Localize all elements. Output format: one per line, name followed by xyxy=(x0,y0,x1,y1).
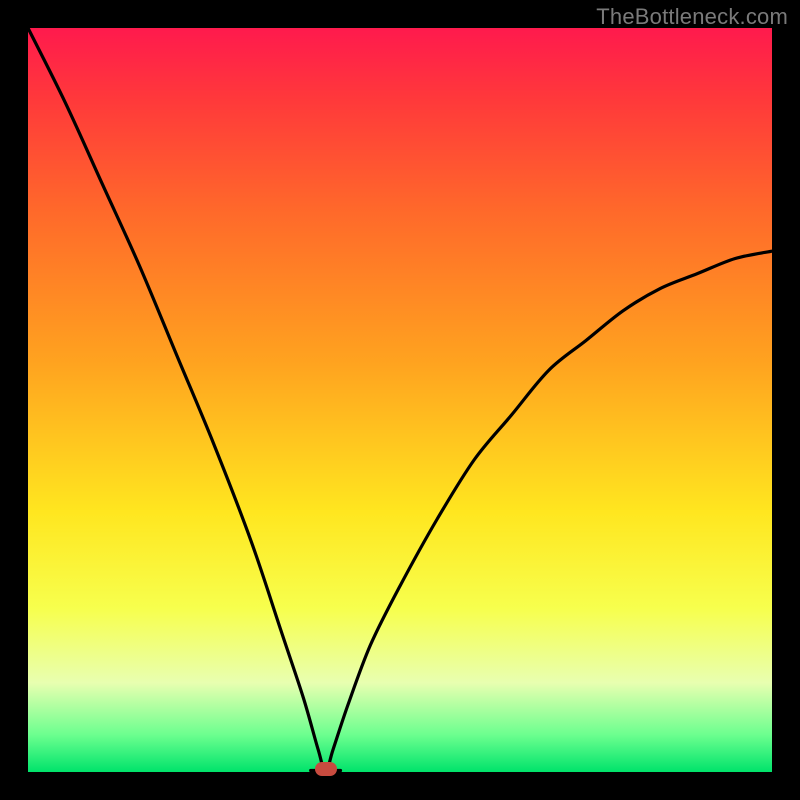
watermark-text: TheBottleneck.com xyxy=(596,4,788,30)
bottleneck-curve xyxy=(28,28,772,772)
plot-area xyxy=(28,28,772,772)
chart-frame: TheBottleneck.com xyxy=(0,0,800,800)
optimal-point-marker xyxy=(315,762,337,776)
